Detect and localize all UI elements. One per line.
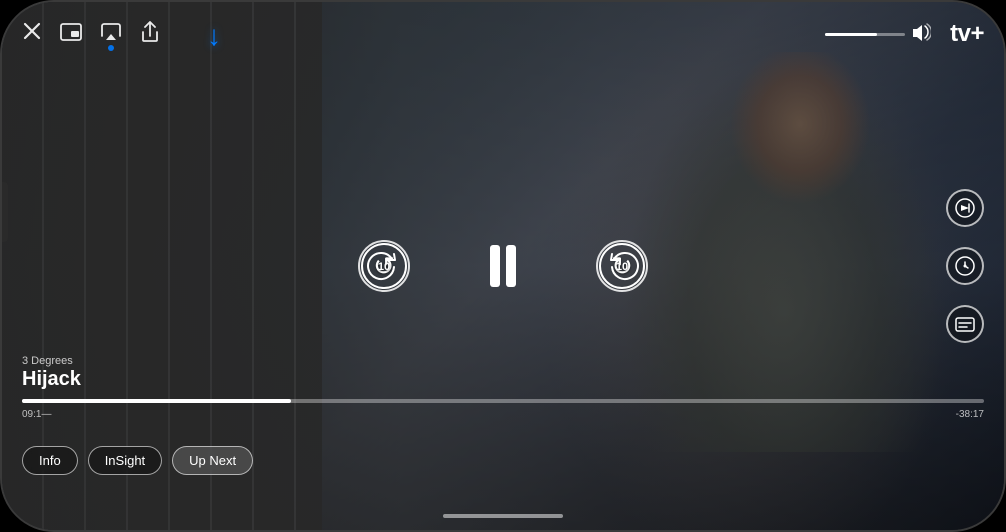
show-subtitle: 3 Degrees	[22, 355, 984, 367]
forward-button[interactable]: 10	[596, 240, 648, 292]
elapsed-time: 09:1—	[22, 409, 51, 420]
right-side-controls	[946, 189, 984, 343]
top-left-controls	[22, 21, 160, 48]
close-button[interactable]	[22, 21, 42, 47]
blue-arrow-indicator: ↓	[207, 20, 221, 52]
share-button[interactable]	[140, 21, 160, 48]
top-right-controls: tv+	[825, 20, 984, 48]
time-labels: 09:1— -38:17	[22, 409, 984, 420]
pause-bar-left	[490, 245, 500, 287]
center-controls: 10 10	[358, 240, 648, 292]
show-title: Hijack	[22, 368, 984, 391]
rewind-seconds-label: 10	[378, 261, 390, 273]
rewind-button[interactable]: 10	[358, 240, 410, 292]
playback-speed-button[interactable]	[946, 189, 984, 227]
tv-plus-text: tv+	[950, 20, 984, 48]
progress-area: 3 Degrees Hijack 09:1— -38:17	[22, 355, 984, 420]
top-bar: tv+	[2, 20, 1004, 48]
insight-tab[interactable]: InSight	[88, 446, 162, 475]
progress-fill	[22, 399, 291, 403]
subtitles-button[interactable]	[946, 305, 984, 343]
show-info: 3 Degrees Hijack	[22, 355, 984, 391]
volume-icon	[911, 23, 931, 46]
info-tab[interactable]: Info	[22, 446, 78, 475]
remaining-time: -38:17	[956, 409, 984, 420]
pause-bar-right	[506, 245, 516, 287]
volume-control[interactable]	[825, 23, 931, 46]
ui-overlay: tv+ 10	[2, 2, 1004, 530]
phone-frame: ↓	[0, 0, 1006, 532]
progress-bar[interactable]	[22, 399, 984, 403]
volume-fill	[825, 33, 877, 36]
apple-tv-logo: tv+	[947, 20, 984, 48]
pause-button[interactable]	[490, 245, 516, 287]
bottom-tabs: Info InSight Up Next	[22, 446, 253, 475]
airplay-button[interactable]	[100, 22, 122, 47]
home-indicator	[443, 514, 563, 518]
volume-track	[825, 33, 905, 36]
pip-button[interactable]	[60, 23, 82, 46]
forward-seconds-label: 10	[616, 261, 628, 273]
up-next-tab[interactable]: Up Next	[172, 446, 253, 475]
audio-button[interactable]	[946, 247, 984, 285]
